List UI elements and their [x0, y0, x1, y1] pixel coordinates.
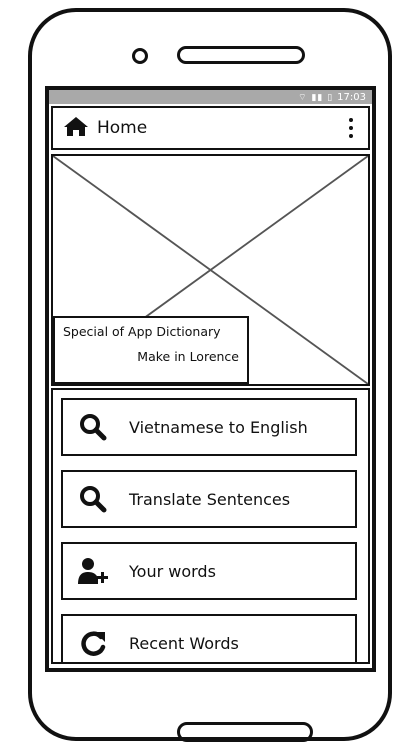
hero-caption: Special of App Dictionary Make in Lorenc…: [53, 316, 249, 384]
status-bar: ⌔ ▮▮ ▯ 17:03: [49, 90, 372, 104]
translate-sentences-button[interactable]: Translate Sentences: [61, 470, 357, 528]
page-title: Home: [97, 118, 148, 138]
hero-image-placeholder: Special of App Dictionary Make in Lorenc…: [51, 154, 370, 386]
add-user-icon: [77, 555, 109, 587]
caption-line-2: Make in Lorence: [137, 349, 239, 364]
status-time: 17:03: [337, 91, 366, 103]
search-icon: [77, 411, 109, 443]
menu-label: Vietnamese to English: [129, 417, 308, 437]
recent-words-button[interactable]: Recent Words: [61, 614, 357, 662]
home-icon[interactable]: [63, 115, 89, 141]
screen: ⌔ ▮▮ ▯ 17:03 Home Special of App Diction…: [45, 86, 376, 672]
more-vert-icon[interactable]: [348, 118, 354, 138]
menu-label: Translate Sentences: [129, 489, 291, 509]
camera: [132, 48, 148, 64]
speaker: [177, 46, 305, 64]
caption-line-1: Special of App Dictionary: [63, 324, 221, 339]
refresh-icon: [77, 627, 109, 659]
home-hardware-button[interactable]: [177, 722, 313, 742]
status-icons: ⌔ ▮▮ ▯: [298, 92, 334, 103]
app-bar: Home: [51, 106, 370, 150]
your-words-button[interactable]: Your words: [61, 542, 357, 600]
menu-list: Vietnamese to English Translate Sentence…: [51, 388, 370, 664]
menu-label: Your words: [129, 561, 216, 581]
menu-label: Recent Words: [129, 633, 239, 653]
search-icon: [77, 483, 109, 515]
vietnamese-to-english-button[interactable]: Vietnamese to English: [61, 398, 357, 456]
